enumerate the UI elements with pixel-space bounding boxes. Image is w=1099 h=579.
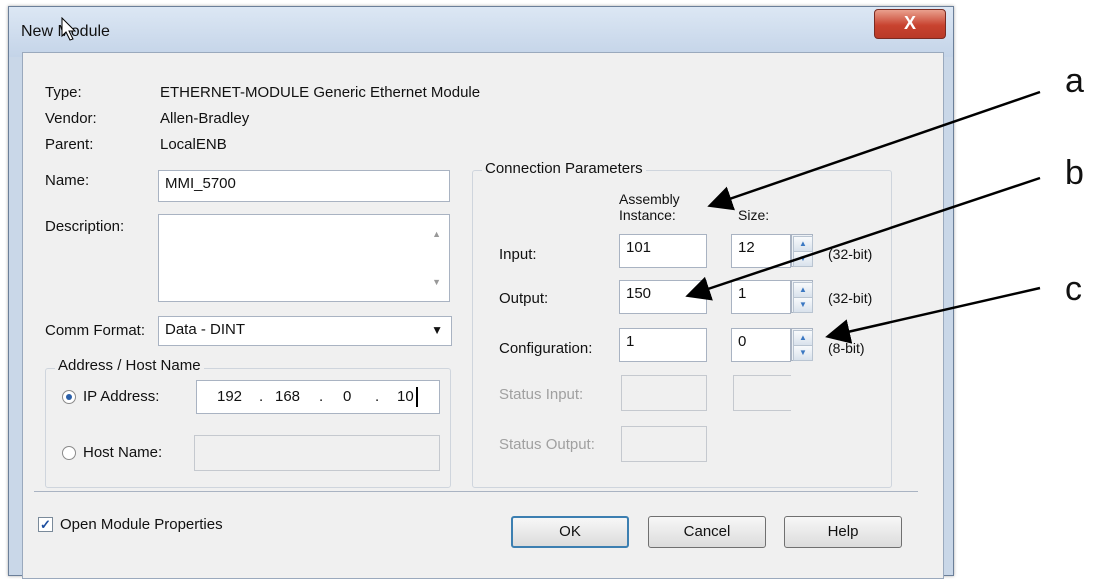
annotation-label-a: a — [1065, 62, 1084, 100]
annotation-arrow-a — [707, 90, 1041, 211]
annotation-label-c: c — [1065, 270, 1082, 308]
annotation-label-b: b — [1065, 154, 1084, 192]
annotation-overlay — [685, 90, 1041, 344]
annotation-arrow-c — [825, 286, 1041, 344]
